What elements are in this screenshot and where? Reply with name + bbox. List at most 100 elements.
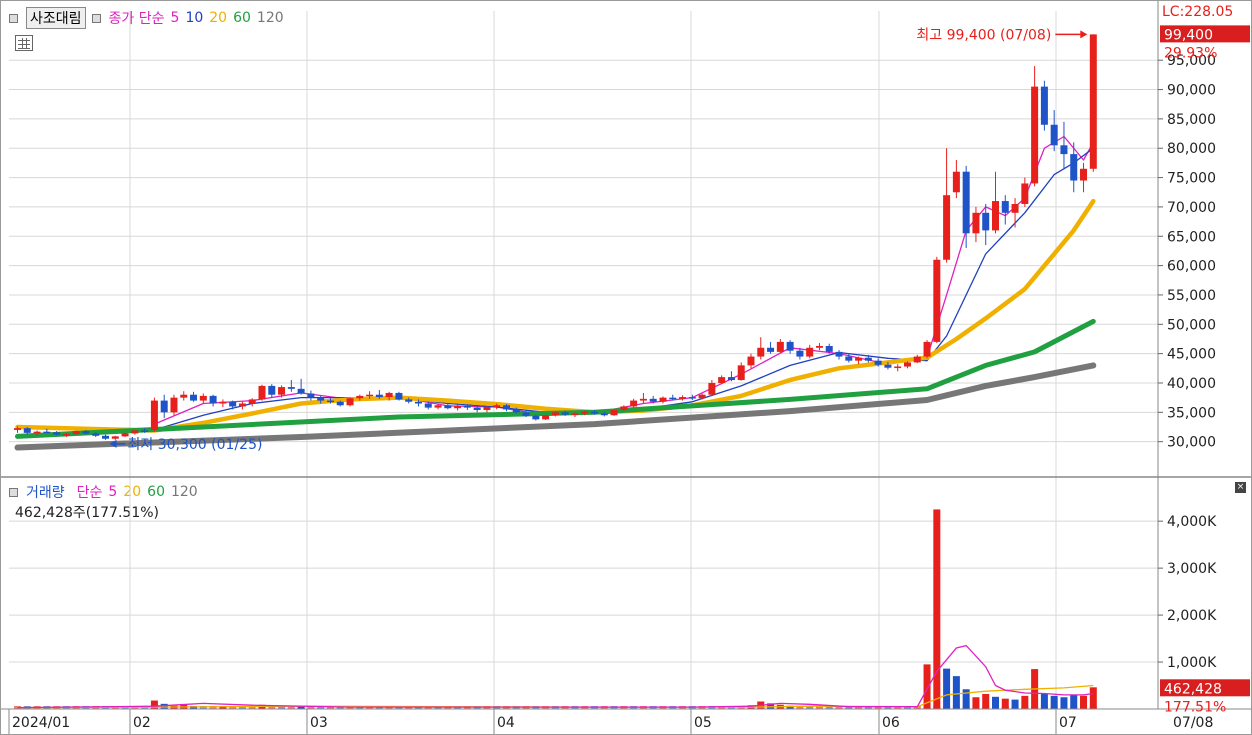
volume-tick-label: 3,000K <box>1167 561 1217 577</box>
candle-body <box>190 394 198 401</box>
candle-body <box>581 411 589 414</box>
volume-ma5-line <box>17 644 1094 709</box>
price-tick-label: 30,000 <box>1167 435 1216 451</box>
candle-body <box>737 365 745 381</box>
candle-body <box>1060 145 1068 155</box>
price-tick-label: 40,000 <box>1167 376 1216 392</box>
candle-body <box>551 412 559 416</box>
chart-window: 사조대림 종가 단순 5 10 20 60 120 거래량 단순 5 20 60… <box>0 0 1252 735</box>
candle-body <box>72 431 80 435</box>
price-tick-label: 65,000 <box>1167 229 1216 245</box>
candle-body <box>933 259 941 342</box>
volume-tick-label: 1,000K <box>1167 655 1217 671</box>
candle-body <box>591 411 599 414</box>
month-label: 2024/01 <box>12 715 70 731</box>
candle-body <box>943 195 951 260</box>
candle-body <box>542 415 550 420</box>
ma-line-60 <box>15 318 1096 439</box>
candle-body <box>92 433 100 436</box>
candle-body <box>82 431 90 434</box>
month-label: 04 <box>497 715 515 731</box>
candle-body <box>53 432 61 435</box>
high-annotation: 최고 99,400 (07/08) <box>916 27 1051 43</box>
candle-body <box>815 346 823 348</box>
candle-body <box>864 357 872 361</box>
candle-body <box>385 392 393 398</box>
low-annotation: 최저 30,300 (01/25) <box>128 437 263 453</box>
price-tick-label: 85,000 <box>1167 112 1216 128</box>
candle-body <box>512 409 520 413</box>
candle-body <box>287 387 295 389</box>
candle-body <box>757 347 765 357</box>
candle-body <box>434 405 442 408</box>
change-pct-label: 29.93% <box>1164 45 1217 61</box>
month-label: 02 <box>133 715 151 731</box>
candle-body <box>718 377 726 383</box>
volume-bar <box>1050 695 1058 709</box>
price-tick-label: 75,000 <box>1167 171 1216 187</box>
candle-body <box>806 347 814 357</box>
price-tick-label: 45,000 <box>1167 347 1216 363</box>
candle-body <box>258 385 266 400</box>
month-label: 07 <box>1059 715 1077 731</box>
candle-body <box>483 407 491 410</box>
candle-body <box>43 431 51 434</box>
candle-body <box>454 405 462 409</box>
candle-body <box>1040 86 1048 125</box>
ma-line-120 <box>14 362 1097 451</box>
candle-body <box>238 403 246 407</box>
candle-body <box>522 412 530 416</box>
candle-body <box>747 356 755 366</box>
candle-body <box>825 346 833 352</box>
high-arrow-head <box>1080 30 1088 39</box>
volume-bar <box>943 668 951 709</box>
candle-body <box>473 407 481 410</box>
candle-body <box>414 401 422 404</box>
candle-body <box>992 201 999 231</box>
candle-body <box>649 398 657 402</box>
candle-body <box>894 366 902 369</box>
volume-bar <box>1080 695 1088 709</box>
candle-body <box>571 413 579 415</box>
candle-body <box>111 436 119 439</box>
ma-line-10 <box>153 147 1094 431</box>
current-date-label: 07/08 <box>1173 715 1213 731</box>
stock-chart-svg[interactable]: 30,000 35,000 40,000 45,000 50,000 55,000 60,0… <box>1 1 1251 734</box>
price-tick-label: 60,000 <box>1167 259 1216 275</box>
candle-body <box>170 397 178 413</box>
candle-body <box>62 434 70 436</box>
volume-bar <box>933 509 941 709</box>
candle-body <box>160 400 168 413</box>
candle-body <box>180 394 188 398</box>
volume-bar <box>972 697 980 709</box>
candle-body <box>493 405 501 408</box>
candle-body <box>610 409 618 416</box>
candle-body <box>503 405 510 410</box>
candle-body <box>268 385 276 395</box>
candle-body <box>630 400 638 407</box>
candle-body <box>727 377 735 381</box>
price-tick-label: 80,000 <box>1167 141 1216 157</box>
candle-body <box>424 403 432 408</box>
candle-body <box>767 347 775 352</box>
volume-tick-label: 4,000K <box>1167 514 1217 530</box>
candle-body <box>1080 168 1088 181</box>
candle-body <box>620 406 628 410</box>
candle-body <box>532 415 540 420</box>
candle-body <box>913 356 921 363</box>
candle-body <box>1021 183 1029 204</box>
candle-body <box>131 430 139 434</box>
candle-body <box>356 395 364 399</box>
volume-bar <box>952 676 960 709</box>
candle-body <box>982 212 990 231</box>
candle-body <box>229 401 237 407</box>
candle-body <box>395 392 403 400</box>
price-tick-label: 55,000 <box>1167 288 1216 304</box>
price-tick-label: 90,000 <box>1167 83 1216 99</box>
volume-bar <box>982 693 990 709</box>
candle-body <box>102 435 110 439</box>
candle-body <box>297 388 305 394</box>
top-right-truncated-label: LC:228.05 <box>1162 4 1233 20</box>
candle-body <box>776 341 784 352</box>
candle-body <box>33 431 41 434</box>
